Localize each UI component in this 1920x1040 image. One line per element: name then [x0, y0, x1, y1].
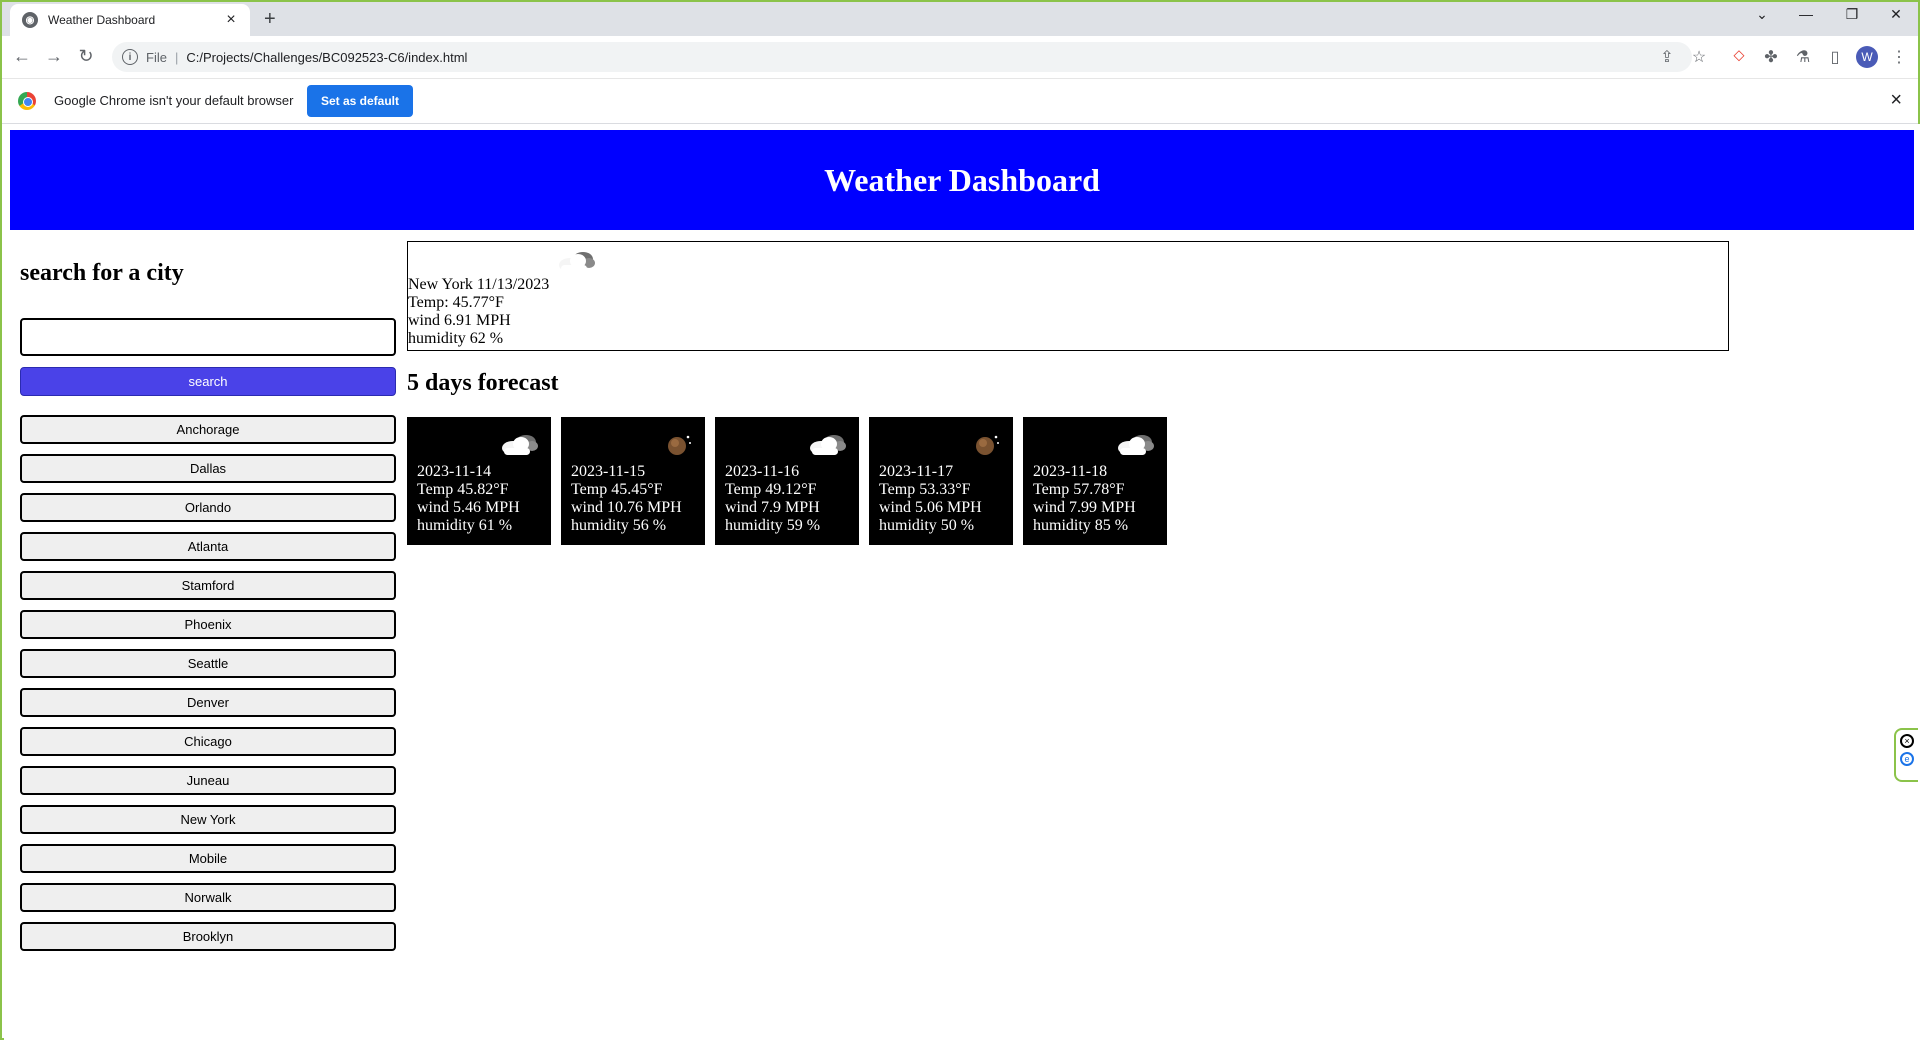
city-button[interactable]: Seattle — [20, 649, 396, 678]
floating-side-widget[interactable]: × e — [1894, 728, 1918, 782]
search-title: search for a city — [20, 260, 184, 286]
city-button[interactable]: Phoenix — [20, 610, 396, 639]
forecast-cards: 2023-11-14 Temp 45.82°F wind 5.46 MPH humid… — [407, 417, 1177, 545]
infobar-close-icon[interactable]: × — [1890, 89, 1902, 112]
city-search-input[interactable] — [20, 318, 396, 356]
close-circle-icon[interactable]: × — [1900, 734, 1914, 748]
city-button[interactable]: Orlando — [20, 493, 396, 522]
city-button[interactable]: New York — [20, 805, 396, 834]
forecast-humidity: humidity 59 % — [725, 517, 821, 534]
tab-title: Weather Dashboard — [48, 13, 156, 27]
city-button[interactable]: Stamford — [20, 571, 396, 600]
cloudy-icon — [556, 248, 596, 279]
side-panel-icon[interactable]: ▯ — [1824, 47, 1846, 67]
cloudy-icon — [499, 431, 539, 462]
forecast-date: 2023-11-16 — [725, 463, 800, 480]
forecast-temp: Temp 57.78°F — [1033, 481, 1125, 498]
clear-night-icon — [665, 431, 693, 462]
browser-window: ◉ Weather Dashboard × + ⌄ — ❐ ✕ ← → ↻ i … — [0, 0, 1920, 1040]
current-city-date: New York 11/13/2023 — [408, 276, 550, 293]
city-button[interactable]: Juneau — [20, 766, 396, 795]
globe-icon: ◉ — [22, 12, 38, 28]
browser-toolbar: ← → ↻ i File | C:/Projects/Challenges/BC… — [2, 36, 1918, 79]
city-button[interactable]: Chicago — [20, 727, 396, 756]
forecast-temp: Temp 45.82°F — [417, 481, 509, 498]
url-text: C:/Projects/Challenges/BC092523-C6/index… — [186, 49, 468, 65]
tab-weather-dashboard[interactable]: ◉ Weather Dashboard × — [10, 4, 250, 36]
address-bar[interactable]: i File | C:/Projects/Challenges/BC092523… — [112, 42, 1692, 72]
cloudy-icon — [1115, 431, 1155, 462]
labs-flask-icon[interactable]: ⚗ — [1792, 47, 1814, 67]
current-humidity: humidity 62 % — [408, 330, 504, 347]
infobar-message: Google Chrome isn't your default browser — [54, 93, 294, 108]
window-close-icon[interactable]: ✕ — [1884, 6, 1908, 23]
cloudy-icon — [807, 431, 847, 462]
city-button[interactable]: Mobile — [20, 844, 396, 873]
chrome-logo-icon — [18, 92, 36, 110]
current-temp: Temp: 45.77°F — [408, 294, 504, 311]
forecast-wind: wind 5.06 MPH — [879, 499, 982, 516]
current-weather: New York 11/13/2023 Temp: 45.77°F wind 6… — [407, 241, 1729, 351]
new-tab-icon[interactable]: + — [264, 8, 276, 31]
city-button[interactable]: Atlanta — [20, 532, 396, 561]
forecast-humidity: humidity 56 % — [571, 517, 667, 534]
forecast-title: 5 days forecast — [407, 370, 559, 396]
forecast-humidity: humidity 61 % — [417, 517, 513, 534]
current-wind: wind 6.91 MPH — [408, 312, 511, 329]
extensions-puzzle-icon[interactable]: ✤ — [1760, 47, 1782, 67]
forecast-card: 2023-11-14 Temp 45.82°F wind 5.46 MPH humid… — [407, 417, 551, 545]
extension-red-icon[interactable]: ⬦ — [1728, 47, 1750, 65]
info-icon[interactable]: i — [122, 49, 138, 65]
forecast-date: 2023-11-14 — [417, 463, 492, 480]
forecast-temp: Temp 49.12°F — [725, 481, 817, 498]
forecast-wind: wind 10.76 MPH — [571, 499, 682, 516]
forecast-card: 2023-11-18 Temp 57.78°F wind 7.99 MPH humid… — [1023, 417, 1167, 545]
minimize-icon[interactable]: — — [1794, 6, 1818, 22]
forecast-humidity: humidity 85 % — [1033, 517, 1129, 534]
page-title: Weather Dashboard — [824, 161, 1100, 198]
city-button[interactable]: Dallas — [20, 454, 396, 483]
restore-icon[interactable]: ❐ — [1840, 6, 1864, 23]
edge-e-icon[interactable]: e — [1900, 752, 1914, 766]
forecast-date: 2023-11-15 — [571, 463, 646, 480]
forecast-temp: Temp 45.45°F — [571, 481, 663, 498]
forecast-wind: wind 7.99 MPH — [1033, 499, 1136, 516]
profile-avatar[interactable]: W — [1856, 46, 1878, 68]
forecast-wind: wind 7.9 MPH — [725, 499, 820, 516]
city-button[interactable]: Anchorage — [20, 415, 396, 444]
tab-strip: ◉ Weather Dashboard × + ⌄ — ❐ ✕ — [2, 2, 1918, 36]
tab-close-icon[interactable]: × — [222, 11, 240, 29]
tab-search-chevron-icon[interactable]: ⌄ — [1750, 6, 1774, 23]
url-separator: | — [174, 49, 179, 65]
forecast-card: 2023-11-16 Temp 49.12°F wind 7.9 MPH humidi… — [715, 417, 859, 545]
city-button[interactable]: Norwalk — [20, 883, 396, 912]
forward-icon[interactable]: → — [42, 46, 66, 67]
forecast-date: 2023-11-17 — [879, 463, 954, 480]
forecast-card: 2023-11-15 Temp 45.45°F wind 10.76 MPH humi… — [561, 417, 705, 545]
page-content: Weather Dashboard search for a city sear… — [4, 124, 1920, 1040]
page-header: Weather Dashboard — [10, 130, 1914, 230]
bookmark-star-icon[interactable]: ☆ — [1688, 47, 1710, 67]
share-icon[interactable]: ⇪ — [1656, 47, 1678, 67]
reload-icon[interactable]: ↻ — [74, 46, 98, 67]
forecast-humidity: humidity 50 % — [879, 517, 975, 534]
forecast-wind: wind 5.46 MPH — [417, 499, 520, 516]
back-icon[interactable]: ← — [10, 46, 34, 67]
search-button[interactable]: search — [20, 367, 396, 396]
forecast-card: 2023-11-17 Temp 53.33°F wind 5.06 MPH humid… — [869, 417, 1013, 545]
city-button[interactable]: Denver — [20, 688, 396, 717]
default-browser-infobar: Google Chrome isn't your default browser… — [2, 79, 1918, 124]
city-history-list: Anchorage Dallas Orlando Atlanta Stamford Pho… — [20, 415, 396, 961]
set-as-default-button[interactable]: Set as default — [307, 85, 413, 117]
url-scheme: File — [146, 49, 167, 65]
forecast-date: 2023-11-18 — [1033, 463, 1108, 480]
menu-kebab-icon[interactable]: ⋮ — [1888, 47, 1910, 67]
city-button[interactable]: Brooklyn — [20, 922, 396, 951]
clear-night-icon — [973, 431, 1001, 462]
forecast-temp: Temp 53.33°F — [879, 481, 971, 498]
